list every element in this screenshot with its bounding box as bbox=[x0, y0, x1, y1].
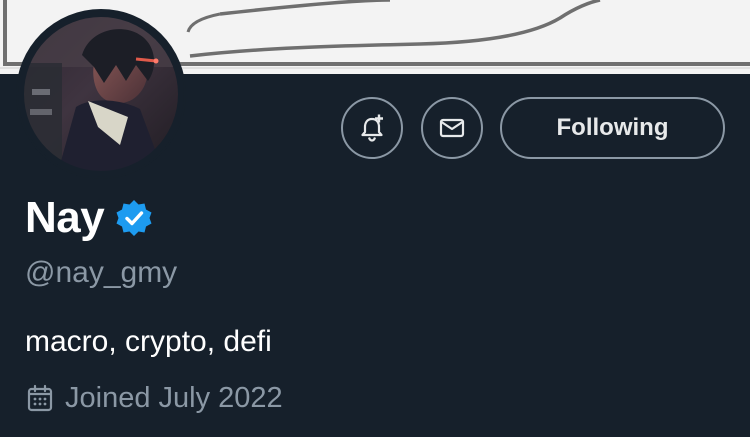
envelope-icon bbox=[439, 118, 465, 138]
message-button[interactable] bbox=[421, 97, 483, 159]
bio: macro, crypto, defi bbox=[25, 325, 272, 358]
joined-text: Joined July 2022 bbox=[65, 382, 283, 414]
avatar-image bbox=[18, 11, 184, 177]
avatar[interactable] bbox=[16, 9, 186, 179]
joined-date: Joined July 2022 bbox=[25, 382, 283, 415]
following-button[interactable]: Following bbox=[500, 97, 725, 159]
bell-plus-icon bbox=[361, 114, 383, 142]
calendar-icon bbox=[27, 384, 53, 411]
name-row: Nay bbox=[25, 193, 154, 243]
verified-badge-icon[interactable] bbox=[114, 198, 154, 238]
display-name: Nay bbox=[25, 193, 105, 242]
following-label: Following bbox=[556, 114, 669, 141]
user-handle: @nay_gmy bbox=[25, 256, 178, 289]
notify-button[interactable] bbox=[341, 97, 403, 159]
